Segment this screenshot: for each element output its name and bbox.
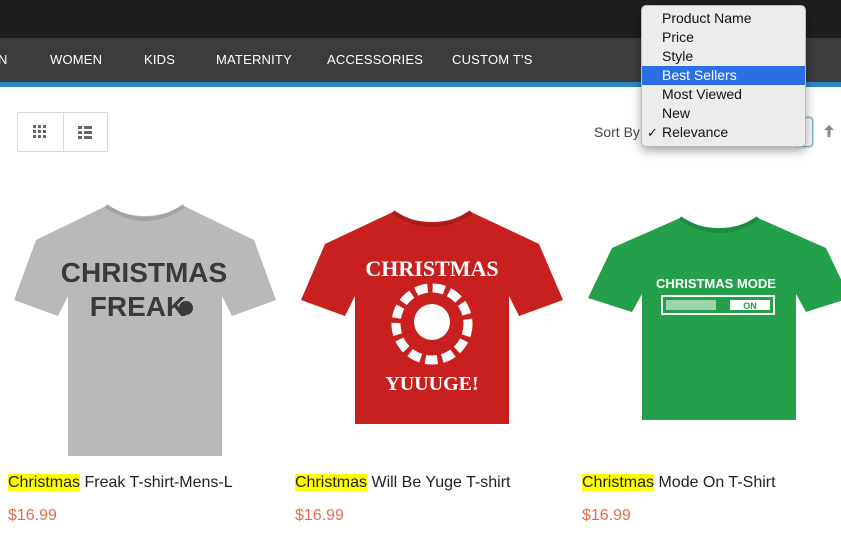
option-label: New	[662, 105, 691, 121]
shirt-print-line2: FREAK	[90, 291, 186, 322]
sort-option-best-sellers[interactable]: Best Sellers	[642, 66, 805, 85]
sort-option-new[interactable]: New	[642, 104, 805, 123]
shirt-print-line1: CHRISTMAS MODE	[656, 276, 776, 291]
option-label: Style	[662, 48, 694, 64]
grid-view-button[interactable]	[18, 113, 63, 151]
option-label: Relevance	[662, 124, 729, 140]
sort-option-price[interactable]: Price	[642, 28, 805, 47]
sort-option-relevance[interactable]: ✓ Relevance	[642, 123, 805, 142]
view-toggle	[17, 112, 108, 152]
check-icon: ✓	[647, 125, 658, 140]
option-label: Most Viewed	[662, 86, 742, 102]
list-icon	[78, 125, 93, 139]
search-highlight: Christmas	[8, 474, 81, 491]
nav-item-women[interactable]: WOMEN	[50, 52, 102, 67]
product-image[interactable]: CHRISTMAS YUUUGE!	[301, 198, 563, 460]
sort-option-most-viewed[interactable]: Most Viewed	[642, 85, 805, 104]
product-price: $16.99	[582, 507, 631, 524]
product-name-rest: Will Be Yuge T-shirt	[367, 474, 511, 491]
product-name-rest: Freak T-shirt-Mens-L	[80, 474, 233, 491]
sort-option-style[interactable]: Style	[642, 47, 805, 66]
arrow-up-icon	[824, 125, 834, 137]
nav-item-men[interactable]: N	[0, 52, 8, 67]
shirt-print-line1: CHRISTMAS	[365, 256, 498, 281]
shirt-print-line2: ON	[743, 301, 757, 311]
nav-item-custom-ts[interactable]: CUSTOM T'S	[452, 52, 533, 67]
nav-item-kids[interactable]: KIDS	[144, 52, 175, 67]
sort-by-label: Sort By	[594, 124, 640, 140]
product-name-rest: Mode On T-Shirt	[654, 474, 776, 491]
nav-item-accessories[interactable]: ACCESSORIES	[327, 52, 423, 67]
grid-icon	[33, 125, 47, 138]
list-view-button[interactable]	[62, 113, 108, 151]
product-name[interactable]: Christmas Will Be Yuge T-shirt	[295, 474, 585, 492]
option-label: Price	[662, 29, 694, 45]
product-price: $16.99	[295, 507, 344, 524]
nav-item-maternity[interactable]: MATERNITY	[216, 52, 292, 67]
shirt-print-line2: YUUUGE!	[385, 373, 478, 395]
product-image[interactable]: CHRISTMAS FREAK	[14, 198, 276, 460]
sort-dropdown-menu: Product Name Price Style Best Sellers Mo…	[641, 5, 806, 147]
search-highlight: Christmas	[582, 474, 655, 491]
product-name[interactable]: Christmas Mode On T-Shirt	[582, 474, 841, 492]
product-price: $16.99	[8, 507, 57, 524]
sort-option-product-name[interactable]: Product Name	[642, 9, 805, 28]
search-highlight: Christmas	[295, 474, 368, 491]
shirt-print-line1: CHRISTMAS	[61, 257, 227, 288]
product-image[interactable]: CHRISTMAS MODE ON	[588, 198, 841, 460]
sort-direction-button[interactable]	[824, 124, 834, 142]
product-name[interactable]: Christmas Freak T-shirt-Mens-L	[8, 474, 298, 492]
option-label: Product Name	[662, 10, 752, 26]
option-label: Best Sellers	[662, 67, 737, 83]
